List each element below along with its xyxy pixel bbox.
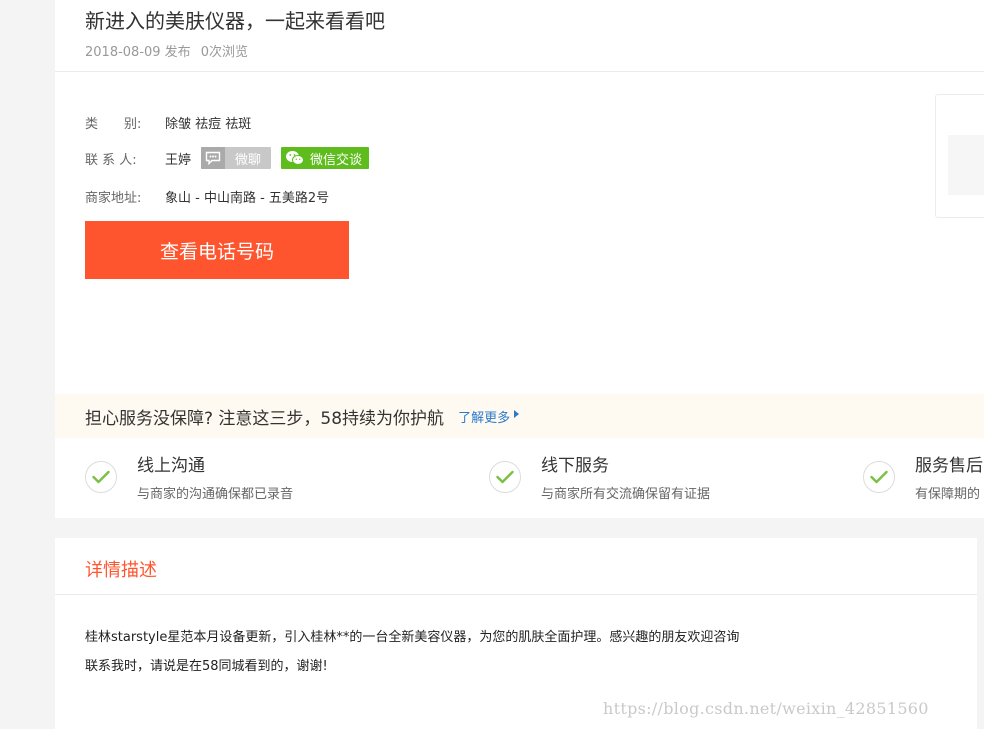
- check-icon: [863, 461, 895, 493]
- watermark-text: https://blog.csdn.net/weixin_42851560: [603, 699, 929, 718]
- category-value: 除皱 祛痘 祛斑: [165, 117, 252, 132]
- publish-date: 2018-08-09 发布: [85, 45, 191, 60]
- address-row: 商家地址: 象山 - 中山南路 - 五美路2号: [85, 187, 329, 206]
- guarantee-item-aftersale: 服务售后 有保障期的: [863, 455, 983, 502]
- category-label: 类 别:: [85, 117, 142, 132]
- view-count: 0次浏览: [200, 45, 248, 60]
- learn-more-label: 了解更多: [458, 410, 511, 426]
- detail-line-1: 桂林starstyle星范本月设备更新，引入桂林**的一台全新美容仪器，为您的肌…: [85, 630, 740, 645]
- listing-card: 新进入的美肤仪器，一起来看看吧 2018-08-09 发布 0次浏览 类 别: 除…: [55, 0, 984, 518]
- address-value: 象山 - 中山南路 - 五美路2号: [165, 191, 330, 206]
- check-icon: [489, 461, 521, 493]
- detail-line-2: 联系我时，请说是在58同城看到的，谢谢!: [85, 659, 328, 674]
- category-row: 类 别: 除皱 祛痘 祛斑: [85, 113, 251, 132]
- contact-label: 联 系 人:: [85, 152, 137, 168]
- learn-more-link[interactable]: 了解更多: [458, 407, 520, 426]
- triangle-right-icon: [514, 410, 520, 418]
- contact-name: 王婷: [165, 152, 192, 168]
- guarantee-item-text: 线上沟通 与商家的沟通确保都已录音: [137, 455, 293, 502]
- weiliao-label: 微聊: [235, 152, 262, 168]
- guarantee-headline: 担心服务没保障? 注意这三步，58持续为你护航: [85, 408, 445, 429]
- side-panel: [935, 94, 984, 218]
- contact-row: 联 系 人: 王婷 微聊 微信交谈: [85, 147, 370, 169]
- divider: [55, 71, 984, 72]
- chat-bubble-icon: [201, 147, 226, 169]
- divider: [55, 594, 977, 595]
- wechat-icon: [284, 147, 306, 169]
- listing-title: 新进入的美肤仪器，一起来看看吧: [85, 9, 385, 33]
- wechat-button[interactable]: 微信交谈: [281, 147, 370, 169]
- listing-meta: 2018-08-09 发布 0次浏览: [85, 41, 248, 60]
- weiliao-button[interactable]: 微聊: [201, 147, 272, 169]
- guarantee-item-desc: 与商家所有交流确保留有证据: [541, 487, 711, 502]
- address-label: 商家地址:: [85, 191, 142, 206]
- wechat-label: 微信交谈: [310, 152, 363, 168]
- guarantee-item-offline: 线下服务 与商家所有交流确保留有证据: [489, 455, 710, 502]
- guarantee-item-text: 线下服务 与商家所有交流确保留有证据: [541, 455, 710, 502]
- check-icon: [85, 461, 117, 493]
- guarantee-item-text: 服务售后 有保障期的: [915, 455, 983, 502]
- guarantee-banner: 担心服务没保障? 注意这三步，58持续为你护航 了解更多: [55, 394, 984, 438]
- guarantee-item-title: 线上沟通: [137, 456, 205, 476]
- guarantee-item-desc: 与商家的沟通确保都已录音: [137, 487, 294, 502]
- detail-heading: 详情描述: [85, 560, 157, 581]
- view-phone-button[interactable]: 查看电话号码: [85, 221, 349, 279]
- guarantee-item-title: 线下服务: [541, 456, 609, 476]
- guarantee-item-title: 服务售后: [915, 456, 983, 476]
- guarantee-item-desc: 有保障期的: [915, 487, 981, 502]
- side-panel-placeholder: [948, 135, 984, 195]
- guarantee-item-online: 线上沟通 与商家的沟通确保都已录音: [85, 455, 293, 502]
